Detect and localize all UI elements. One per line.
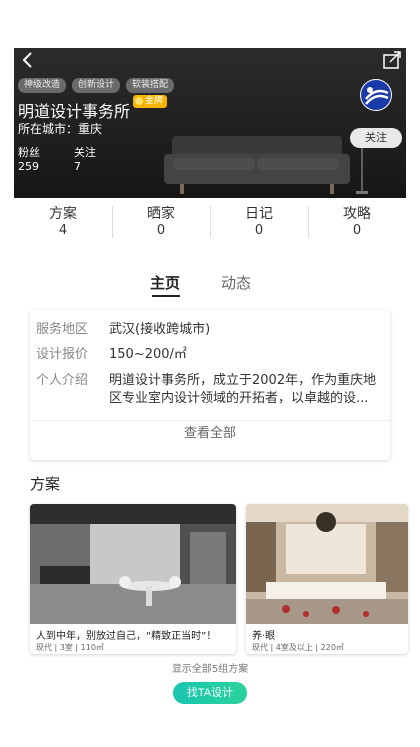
project-card[interactable]: 人到中年，别放过自己，“精致正当时”！ 现代 | 3室 | 110㎡	[30, 504, 236, 654]
tag: 神级改造	[18, 78, 67, 93]
count-guides[interactable]: 攻略 0	[308, 198, 406, 246]
profile-header: 神级改造 创新设计 软装搭配 明道设计事务所 金牌 所在城市：重庆 粉丝 259…	[14, 48, 406, 198]
tag: 软装搭配	[126, 78, 175, 93]
count-value: 4	[58, 223, 68, 238]
follow-button[interactable]: 关注	[350, 128, 402, 148]
following-value: 7	[74, 160, 81, 173]
medal-icon	[135, 97, 143, 105]
project-meta: 现代 | 4室及以上 | 220㎡	[252, 643, 344, 652]
tag-list: 神级改造 创新设计 软装搭配	[18, 78, 175, 93]
price-row: 设计报价 150~200/㎡	[36, 346, 384, 364]
content-counts: 方案 4 晒家 0 日记 0 攻略 0	[14, 198, 406, 246]
following-stat[interactable]: 关注 7	[74, 146, 96, 174]
intro-value: 明道设计事务所，成立于2002年，作为重庆地区专业室内设计领域的开拓者，以卓越的…	[109, 373, 377, 406]
count-label: 方案	[49, 206, 77, 222]
count-showcase[interactable]: 晒家 0	[112, 198, 210, 246]
count-label: 攻略	[343, 206, 371, 222]
intro-row: 个人介绍 明道设计事务所，成立于2002年，作为重庆地区专业室内设计领域的开拓者…	[36, 372, 384, 408]
divider	[30, 420, 390, 421]
count-value: 0	[254, 223, 264, 238]
view-all-link[interactable]: 查看全部	[30, 424, 390, 444]
count-label: 晒家	[147, 206, 175, 222]
fans-stat[interactable]: 粉丝 259	[18, 146, 40, 174]
count-value: 0	[156, 223, 166, 238]
intro-label: 个人介绍	[36, 373, 89, 388]
gold-badge: 金牌	[133, 95, 168, 108]
count-plans[interactable]: 方案 4	[14, 198, 112, 246]
status-bar-area	[0, 0, 420, 48]
service-area-label: 服务地区	[36, 322, 89, 337]
tab-feed[interactable]: 动态	[221, 272, 251, 293]
project-meta: 现代 | 3室 | 110㎡	[36, 643, 104, 652]
service-area-value: 武汉(接收跨城市)	[109, 322, 211, 337]
count-label: 日记	[245, 206, 273, 222]
service-area-row: 服务地区 武汉(接收跨城市)	[36, 321, 384, 339]
studio-logo	[360, 79, 392, 111]
profile-tabs: 主页 动态	[0, 272, 420, 298]
price-value: 150~200/㎡	[109, 347, 187, 362]
project-card[interactable]: 养·眼 现代 | 4室及以上 | 220㎡	[246, 504, 408, 654]
fans-label: 粉丝	[18, 146, 40, 159]
designer-profile-page: 神级改造 创新设计 软装搭配 明道设计事务所 金牌 所在城市：重庆 粉丝 259…	[0, 0, 420, 747]
project-title: 人到中年，别放过自己，“精致正当时”！	[36, 631, 217, 642]
info-card: 服务地区 武汉(接收跨城市) 设计报价 150~200/㎡ 个人介绍 明道设计事…	[30, 310, 390, 460]
tab-home[interactable]: 主页	[150, 272, 180, 293]
city: 所在城市：重庆	[18, 122, 103, 136]
count-value: 0	[352, 223, 362, 238]
following-label: 关注	[74, 146, 96, 159]
count-diary[interactable]: 日记 0	[210, 198, 308, 246]
project-image	[30, 504, 236, 624]
tag: 创新设计	[72, 78, 121, 93]
project-image	[246, 504, 408, 624]
active-tab-indicator	[152, 295, 180, 297]
projects-section-title: 方案	[30, 475, 61, 493]
studio-name: 明道设计事务所	[18, 102, 131, 121]
back-icon[interactable]	[18, 50, 38, 70]
share-icon[interactable]	[382, 50, 402, 70]
show-all-projects-link[interactable]: 显示全部5组方案	[0, 660, 420, 675]
fans-value: 259	[18, 160, 39, 173]
gold-badge-label: 金牌	[145, 96, 164, 106]
find-designer-button[interactable]: 找TA设计	[173, 682, 247, 704]
sofa-illustration	[164, 136, 368, 194]
project-title: 养·眼	[252, 631, 276, 642]
price-label: 设计报价	[36, 347, 89, 362]
